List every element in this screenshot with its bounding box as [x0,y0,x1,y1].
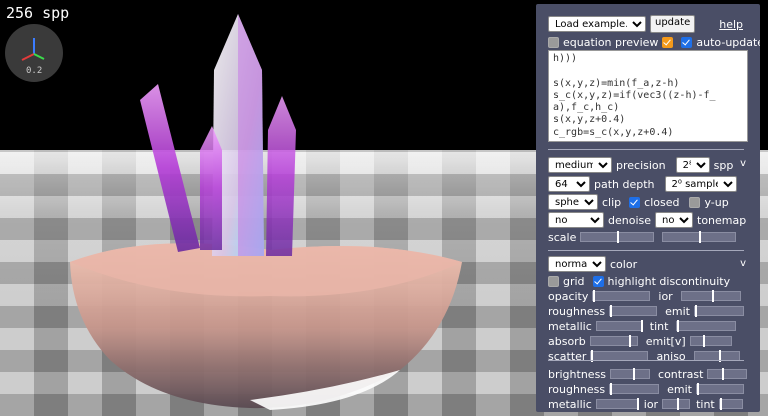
opacity-row: opacity ior [548,288,741,304]
material-roughness-label: roughness [548,382,606,396]
emit-v-label: emit[v] [645,334,686,348]
color-section-chevron-icon[interactable]: v [740,258,746,269]
scale-row: scale [548,229,737,245]
y-up-label: y-up [704,195,729,209]
highlight-discontinuity-checkbox[interactable] [592,275,604,287]
material-metallic-label: metallic [548,397,592,411]
material-metallic-slider[interactable] [595,398,639,410]
tonemap-label: tonemap [697,213,747,227]
control-panel: Load example... update help equation pre… [536,4,760,412]
depth-row: 64 path depth 2⁰ samples [548,176,737,192]
precision-select[interactable]: medium [548,157,612,173]
crystal-left [140,84,200,252]
equation-preview-checkbox[interactable] [548,36,559,48]
gizmo-value: 0.2 [26,66,43,76]
contrast-slider[interactable] [707,368,748,380]
grid-label: grid [563,274,585,288]
grid-checkbox[interactable] [548,275,559,287]
highlight-discontinuity-label: highlight discontinuity [607,274,731,288]
color-mode-row: normal color [548,256,637,272]
metallic-tint-row: metallic tint [548,318,737,334]
y-up-checkbox[interactable] [689,196,701,208]
ior-slider[interactable] [680,290,741,302]
emit-label: emit [665,304,690,318]
brightness-row: brightness contrast [548,366,748,382]
scale-slider-1[interactable] [580,231,655,243]
material-ior-slider[interactable] [662,398,691,410]
roughness-slider[interactable] [609,305,658,317]
toolbar-row: Load example... update help [548,15,743,33]
clip-select[interactable]: sphere [548,194,598,210]
tint-slider[interactable] [676,320,737,332]
absorb-label: absorb [548,334,586,348]
scatter-row: scatter aniso [548,348,740,364]
material-roughness-row: roughness emit [548,381,744,397]
divider [548,250,744,251]
scale-label: scale [548,230,577,244]
spp-label: spp [713,158,734,172]
closed-checkbox[interactable] [629,196,641,208]
update-button[interactable]: update [650,15,696,33]
path-depth-select[interactable]: 64 [548,176,590,192]
crystal-small-left [200,126,222,250]
orange-option-checkbox[interactable] [662,36,674,48]
crystal-right [266,96,296,256]
brightness-slider[interactable] [610,368,651,380]
divider [548,149,744,150]
clip-label: clip [602,195,622,209]
load-example-select[interactable]: Load example... [548,16,646,32]
precision-label: precision [616,158,666,172]
material-metallic-row: metallic ior tint [548,396,743,412]
opacity-slider[interactable] [592,290,651,302]
color-label: color [610,257,638,271]
spp-counter: 256 spp [6,4,70,22]
opacity-label: opacity [548,289,589,303]
closed-label: closed [644,195,680,209]
path-depth-label: path depth [594,177,655,191]
clip-row: sphere clip closed y-up [548,194,729,210]
material-roughness-slider[interactable] [609,383,660,395]
contrast-label: contrast [658,367,704,381]
material-tint-slider[interactable] [718,398,743,410]
grid-row: grid highlight discontinuity [548,273,730,289]
help-link[interactable]: help [719,18,743,31]
equation-preview-label: equation preview [563,35,659,49]
precision-row: medium precision 2⁸ spp [548,157,733,173]
tint-label: tint [649,319,669,333]
material-ior-label: ior [643,397,659,411]
spp-select[interactable]: 2⁸ [675,157,710,173]
metallic-slider[interactable] [595,320,643,332]
material-emit-slider[interactable] [696,383,744,395]
auto-update-checkbox[interactable] [681,36,693,48]
denoise-row: no denoise no tonemap [548,212,746,228]
tonemap-select[interactable]: no [655,212,694,228]
brightness-label: brightness [548,367,607,381]
emit-slider[interactable] [694,305,744,317]
emit-v-slider[interactable] [689,335,732,347]
denoise-select[interactable]: no [548,212,604,228]
crystal-center-face [238,14,264,256]
color-mode-select[interactable]: normal [548,256,606,272]
roughness-label: roughness [548,304,606,318]
auto-update-label: auto-update [696,35,760,49]
options-row: equation preview auto-update [548,34,760,50]
material-tint-label: tint [696,397,715,411]
metallic-label: metallic [548,319,592,333]
material-emit-label: emit [667,382,692,396]
roughness-emit-row: roughness emit [548,303,744,319]
divider [548,360,744,361]
absorb-slider[interactable] [589,335,638,347]
denoise-label: denoise [608,213,652,227]
equation-editor[interactable]: h))) s(x,y,z)=min(f_a,z-h) s_c(x,y,z)=if… [548,50,748,142]
render-section-chevron-icon[interactable]: v [740,158,746,169]
ior-label: ior [658,289,673,303]
scale-slider-2[interactable] [662,231,737,243]
absorb-row: absorb emit[v] [548,333,732,349]
samples-select[interactable]: 2⁰ samples [664,176,737,192]
